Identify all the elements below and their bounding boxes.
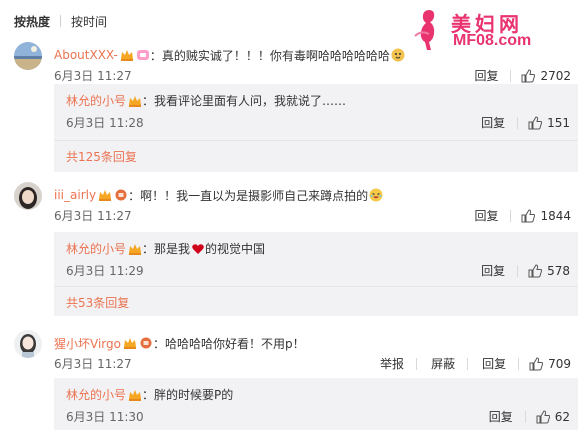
like-count: 1844 <box>540 208 571 223</box>
site-logo: 美妇网 MF08.com <box>403 6 563 54</box>
divider <box>60 15 62 27</box>
vip-crown-icon <box>99 190 112 201</box>
divider <box>518 357 520 370</box>
divider <box>510 69 512 82</box>
more-replies-link[interactable]: 共53条回复 <box>66 294 129 311</box>
vip-crown-icon <box>123 338 136 349</box>
heart-icon <box>192 243 204 254</box>
avatar[interactable] <box>14 330 42 358</box>
like-count: 2702 <box>540 68 571 83</box>
member-badge-icon <box>136 50 149 60</box>
woman-silhouette-icon <box>414 10 435 50</box>
comment-username[interactable]: AboutXXX- <box>54 48 118 62</box>
reply-box: 林允的小号 ：我看评论里面有人问，我就说了…… 6月3日 11:28 回复 15… <box>54 84 578 172</box>
divider <box>524 410 526 423</box>
doge-emoji-icon <box>391 48 405 62</box>
sort-bar: 按热度 按时间 <box>14 12 107 30</box>
avatar[interactable] <box>14 42 42 70</box>
avatar[interactable] <box>14 182 42 210</box>
thumbs-up-icon <box>529 356 544 370</box>
reply-date: 6月3日 11:29 <box>66 264 144 278</box>
laughing-emoji-icon <box>369 188 383 202</box>
reply-button[interactable]: 回复 <box>482 355 506 372</box>
like-button[interactable]: 709 <box>529 357 571 371</box>
sort-by-hot-tab[interactable]: 按热度 <box>14 13 50 30</box>
reply-button[interactable]: 回复 <box>474 207 498 224</box>
divider <box>467 357 469 370</box>
red-badge-icon <box>140 337 152 349</box>
comment-username[interactable]: iii_airly <box>54 188 96 202</box>
like-count: 578 <box>547 263 570 278</box>
vip-crown-icon <box>129 95 142 107</box>
logo-en-text: MF08.com <box>453 32 532 49</box>
thumbs-up-icon <box>528 115 543 129</box>
reply-username[interactable]: 林允的小号 <box>66 92 126 109</box>
divider <box>416 357 418 370</box>
thumbs-up-icon <box>521 208 536 222</box>
reply-text: ：那是我 <box>142 242 191 256</box>
like-button[interactable]: 578 <box>528 264 570 278</box>
comment-username[interactable]: 猩小坏Virgo <box>54 335 121 352</box>
reply-button[interactable]: 回复 <box>481 114 505 131</box>
reply-text-suffix: 的视觉中国 <box>205 242 266 256</box>
reply-button[interactable]: 回复 <box>489 408 513 425</box>
reply-username[interactable]: 林允的小号 <box>66 386 126 403</box>
vip-crown-icon <box>120 50 133 61</box>
more-replies-link[interactable]: 共125条回复 <box>66 148 137 165</box>
divider <box>54 140 578 141</box>
divider <box>510 209 512 222</box>
reply-button[interactable]: 回复 <box>481 262 505 279</box>
block-button[interactable]: 屏蔽 <box>431 355 455 372</box>
comment-text: ：哈哈哈哈你好看！不用p！ <box>152 336 305 351</box>
reply-date: 6月3日 11:28 <box>66 116 144 130</box>
like-button[interactable]: 151 <box>528 116 570 130</box>
reply-text: ：我看评论里面有人问，我就说了…… <box>142 94 347 108</box>
divider <box>517 116 519 129</box>
like-button[interactable]: 62 <box>536 410 570 424</box>
reply-username[interactable]: 林允的小号 <box>66 240 126 257</box>
reply-box: 林允的小号 ：胖的时候要P的 6月3日 11:30 回复 62 <box>54 378 578 430</box>
comment-text: ：真的贼实诚了！！！你有毒啊哈哈哈哈哈哈 <box>149 48 390 63</box>
divider <box>54 286 578 287</box>
like-count: 709 <box>548 356 571 371</box>
thumbs-up-icon <box>528 263 543 277</box>
comment-date: 6月3日 11:27 <box>54 209 132 223</box>
like-count: 62 <box>554 409 570 424</box>
reply-date: 6月3日 11:30 <box>66 410 144 424</box>
vip-crown-icon <box>129 389 142 401</box>
reply-button[interactable]: 回复 <box>474 67 498 84</box>
comment-text: ：啊！！我一直以为是摄影师自己来蹲点拍的 <box>128 188 369 203</box>
like-button[interactable]: 2702 <box>521 69 571 83</box>
comment-date: 6月3日 11:27 <box>54 357 132 371</box>
sort-by-time-tab[interactable]: 按时间 <box>71 13 107 30</box>
thumbs-up-icon <box>536 409 550 423</box>
thumbs-up-icon <box>521 68 536 82</box>
vip-crown-icon <box>129 243 142 255</box>
like-count: 151 <box>547 115 570 130</box>
comment-date: 6月3日 11:27 <box>54 69 132 83</box>
reply-text: ：胖的时候要P的 <box>142 388 234 402</box>
report-button[interactable]: 举报 <box>380 355 404 372</box>
divider <box>517 264 519 277</box>
red-badge-icon <box>115 189 127 201</box>
reply-box: 林允的小号 ：那是我 的视觉中国 6月3日 11:29 回复 578 共53条回… <box>54 232 578 316</box>
like-button[interactable]: 1844 <box>521 209 571 223</box>
